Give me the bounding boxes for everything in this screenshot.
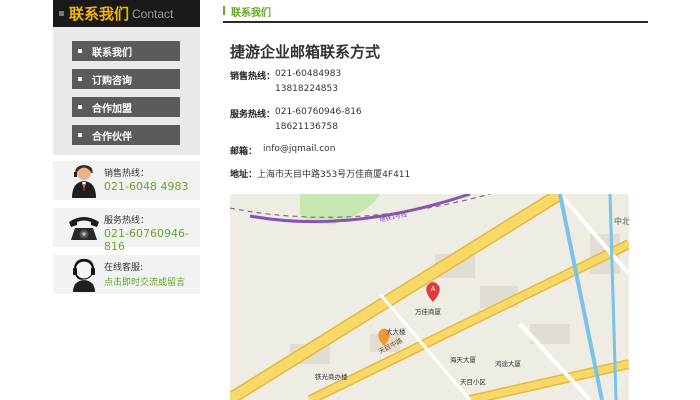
menu-item-label: 订购咨询 [92, 75, 132, 87]
bullet-icon [78, 105, 82, 109]
telephone-icon [69, 217, 99, 240]
bullet-icon [78, 133, 82, 137]
map-label-dadalou: 大大楼 [386, 327, 406, 336]
map-label-haitian: 海天大厦 [450, 355, 477, 364]
sidebar-title: 联系我们 [69, 5, 130, 23]
service-label: 服务热线： [230, 110, 276, 120]
sales-number-1: 021-60484983 [275, 69, 342, 79]
location-map[interactable]: 地铁1号线 A 万佳商厦 大大楼 海天大厦 鸿途大厦 天目中路 铁光商办楼 天目… [230, 194, 629, 400]
menu-item-label: 合作伙伴 [92, 131, 132, 143]
sales-label: 销售热线： [230, 72, 276, 82]
menu-item-label: 合作加盟 [92, 103, 132, 115]
address-text: 上海市天目中路353号万佳商厦4F411 [257, 170, 411, 180]
sidebar-menu: 联系我们 订购咨询 合作加盟 合作伙伴 [53, 27, 200, 155]
map-label-wanjia: 万佳商厦 [415, 307, 442, 316]
service-hotline-card: 服务热线： 021-60760946-816 [53, 208, 200, 253]
map-label-tianmu-xiaoqu: 天目小区 [460, 377, 487, 386]
customer-service-icon [73, 258, 95, 292]
menu-item-contact[interactable]: 联系我们 [72, 41, 180, 61]
sales-hotline-title: 销售热线： [104, 169, 150, 179]
email-link[interactable]: info@jqmail.con [263, 144, 335, 154]
email-label: 邮箱： [230, 147, 258, 157]
main-header: 联系我们 [223, 0, 648, 23]
menu-item-order[interactable]: 订购咨询 [72, 69, 180, 89]
map-label-tieguang: 铁光商办楼 [315, 372, 348, 381]
header-accent-bar [223, 6, 225, 15]
bullet-icon [78, 49, 82, 53]
online-service-title: 在线客服: [104, 263, 144, 273]
main-content: 联系我们 捷游企业邮箱联系方式 销售热线： 021-60484983 13818… [223, 0, 648, 180]
menu-item-franchise[interactable]: 合作加盟 [72, 97, 180, 117]
service-number-2: 18621136758 [275, 122, 338, 132]
map-label-zhongbei: 中北 [614, 216, 629, 226]
online-service-card[interactable]: 在线客服: 点击即时交流或留言 [53, 255, 200, 294]
main-header-title: 联系我们 [231, 8, 271, 19]
sidebar: 联系我们 Contact 联系我们 订购咨询 合作加盟 合作伙伴 销售热线： 0… [53, 0, 200, 294]
sales-hotline-card: 销售热线： 021-6048 4983 [53, 161, 200, 200]
operator-icon [72, 165, 96, 198]
service-hotline-title: 服务热线： [104, 216, 150, 226]
online-service-link[interactable]: 点击即时交流或留言 [104, 275, 185, 288]
sales-hotline-number: 021-6048 4983 [104, 180, 189, 193]
service-number-1: 021-60760946-816 [275, 107, 362, 117]
address-label: 地址： [230, 170, 258, 180]
service-hotline-number: 021-60760946-816 [104, 227, 189, 253]
map-label-hengtu: 鸿途大厦 [495, 359, 522, 368]
sidebar-header: 联系我们 Contact [53, 0, 200, 27]
bullet-square-icon [59, 11, 64, 16]
bullet-icon [78, 77, 82, 81]
sidebar-title-en: Contact [132, 6, 174, 21]
sales-number-2: 13818224853 [275, 84, 338, 94]
pin-letter: A [431, 285, 436, 293]
menu-item-label: 联系我们 [92, 47, 132, 59]
page-title: 捷游企业邮箱联系方式 [230, 43, 381, 61]
menu-item-partners[interactable]: 合作伙伴 [72, 125, 180, 145]
